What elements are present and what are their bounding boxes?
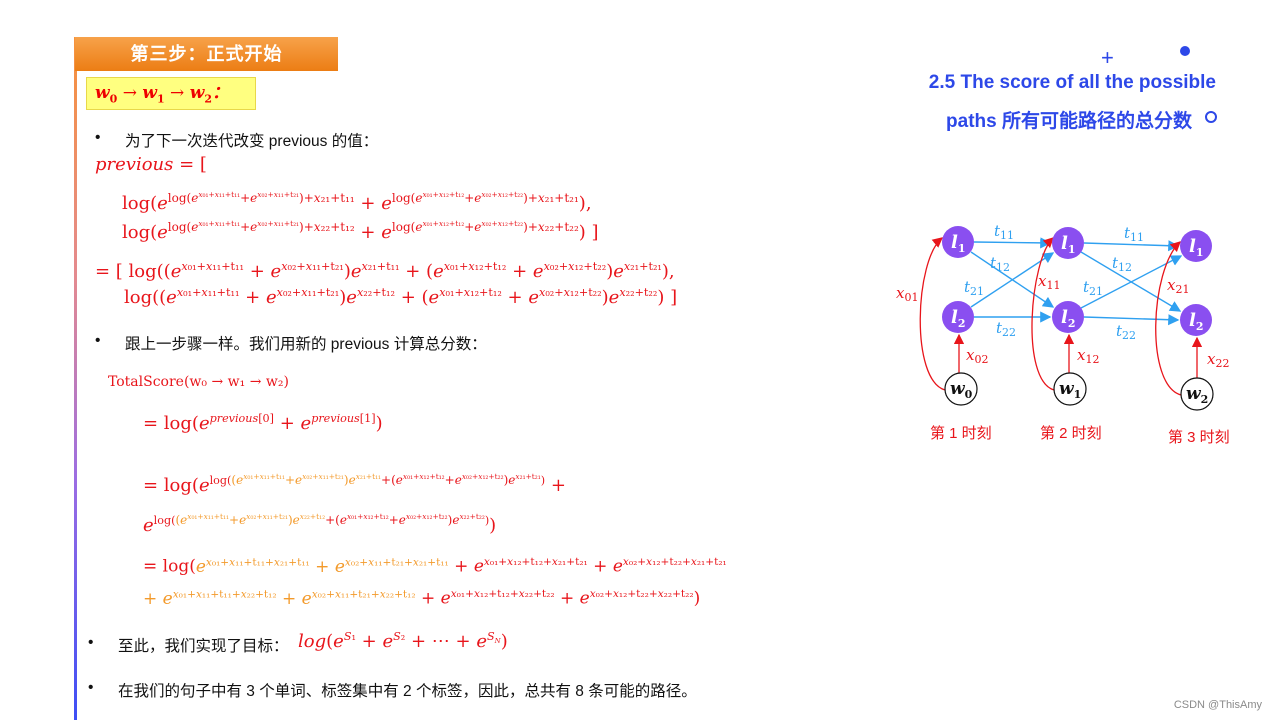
formula-equals-line-1: = [ log((ex₀₁+x₁₁+t₁₁ + ex₀₂+x₁₁+t₂₁)ex₂… [95, 260, 675, 282]
label-t12-a: t12 [990, 254, 1010, 274]
bullet-text: 在我们的句子中有 3 个单词、标签集中有 2 个标签，因此，总共有 8 条可能的… [118, 683, 697, 700]
plus-decoration: + [1101, 45, 1114, 70]
sub-1: 1 [157, 92, 165, 106]
colon: ： [212, 83, 230, 103]
arrow: → [164, 83, 190, 103]
label-x01: x01 [896, 284, 918, 304]
time-label-3: 第 3 时刻 [1168, 428, 1230, 446]
path-box: w0 → w1 → w2： [86, 77, 256, 110]
bullet-text: 至此，我们实现了目标： [118, 638, 289, 655]
formula-total-line-3b: + ex₀₁+x₁₁+t₁₁+x₂₂+t₁₂ + ex₀₂+x₁₁+t₂₁+x₂… [143, 588, 701, 609]
word-node-w1: w1 [1053, 372, 1087, 406]
bullet-dot: • [95, 332, 101, 349]
word-node-w0: w0 [944, 372, 978, 406]
step-header: 第三步：正式开始 [75, 37, 338, 71]
formula-total-line-3a: = log(ex₀₁+x₁₁+t₁₁+x₂₁+t₁₁ + ex₀₂+x₁₁+t₂… [143, 556, 727, 577]
bullet-dot: • [95, 129, 101, 146]
watermark: CSDN @ThisAmy [1173, 699, 1262, 711]
label-node-l1: l1 [1052, 227, 1084, 259]
bullet-text: 为了下一次迭代改变 previous 的值： [125, 133, 379, 150]
time-label-1: 第 1 时刻 [930, 424, 992, 442]
formula-total-line-2a: = log(elog((ex₀₁+x₁₁+t₁₁+ex₀₂+x₁₁+t₂₁)ex… [143, 472, 566, 496]
word-w0: w [95, 83, 110, 103]
label-x12: x12 [1077, 346, 1099, 366]
label-node-l2: l2 [1180, 304, 1212, 336]
label-x21: x21 [1167, 276, 1189, 296]
edge-x01 [919, 237, 946, 391]
formula-total-line-2b: elog((ex₀₁+x₁₁+t₁₁+ex₀₂+x₁₁+t₂₁)ex₂₂+t₁₂… [143, 512, 497, 536]
word-node-w2: w2 [1180, 377, 1214, 411]
bullet-dot: • [88, 634, 94, 651]
bullet-text: 跟上一步骤一样。我们用新的 previous 计算总分数： [125, 336, 487, 353]
edge-x11 [1031, 237, 1055, 391]
accent-bar [74, 37, 77, 720]
time-label-2: 第 2 时刻 [1040, 424, 1102, 442]
arrow: → [117, 83, 143, 103]
label-node-l1: l1 [1180, 230, 1212, 262]
label-x02: x02 [966, 346, 988, 366]
sub-2: 2 [204, 92, 213, 106]
label-t21-a: t21 [964, 278, 984, 298]
crf-path-diagram: l1l2l1l2l1l2 w0 w1 w2 t11 t12 t21 t22 t11 … [896, 222, 1230, 446]
section-title-line-2: paths 所有可能路径的总分数 [946, 111, 1192, 132]
label-x11: x11 [1038, 272, 1060, 292]
formula-total-score: TotalScore(w₀ → w₁ → w₂) [108, 374, 289, 390]
section-title-line-1: 2.5 The score of all the possible [928, 72, 1216, 93]
formula-goal: log(eS₁ + eS₂ + ⋯ + eSN) [298, 630, 508, 652]
formula-previous-line-2: log(elog(ex₀₁+x₁₁+t₁₁+ex₀₂+x₁₁+t₂₁)+x₂₂+… [122, 219, 599, 243]
word-w2: w [189, 83, 205, 103]
formula-previous-line-1: log(elog(ex₀₁+x₁₁+t₁₁+ex₀₂+x₁₁+t₂₁)+x₂₁+… [122, 190, 592, 214]
formula-equals-line-2: log((ex₀₁+x₁₁+t₁₁ + ex₀₂+x₁₁+t₂₁)ex₂₂+t₁… [124, 286, 678, 308]
label-node-l1: l1 [942, 226, 974, 258]
label-t22-b: t22 [1116, 322, 1136, 342]
label-node-l2: l2 [942, 301, 974, 333]
dot-decoration-hollow [1205, 111, 1217, 123]
edge-x21 [1155, 241, 1182, 396]
label-t11-b: t11 [1124, 224, 1144, 244]
formula-previous-open: previous = [ [95, 154, 207, 175]
bullet-dot: • [88, 679, 94, 696]
label-t22-a: t22 [996, 319, 1016, 339]
edge-t22-b [1083, 314, 1180, 326]
label-t12-b: t12 [1112, 254, 1132, 274]
label-t21-b: t21 [1083, 278, 1103, 298]
word-w1: w [142, 83, 157, 103]
label-x22: x22 [1207, 350, 1229, 370]
label-node-l2: l2 [1052, 301, 1084, 333]
formula-total-line-1: = log(eprevious[0] + eprevious[1]) [143, 412, 383, 434]
edge-t11-a [973, 237, 1052, 249]
dot-decoration-filled [1180, 46, 1190, 56]
label-t11-a: t11 [994, 222, 1014, 242]
